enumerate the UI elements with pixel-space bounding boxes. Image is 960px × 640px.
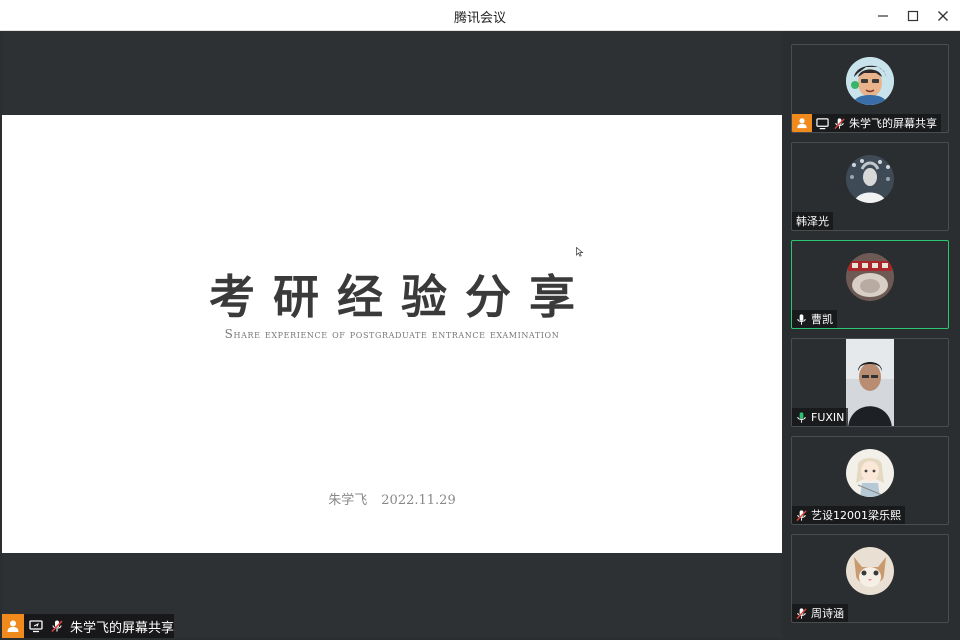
shared-screen-area: 考研经验分享 Share experience of postgraduate … <box>2 31 782 638</box>
close-icon <box>938 10 948 21</box>
person-icon <box>7 620 19 632</box>
participant-tile[interactable]: 艺设12001梁乐熙 <box>791 436 949 525</box>
participant-video <box>846 339 894 426</box>
participant-name: 周诗涵 <box>811 607 844 620</box>
screen-share-label: 朱学飞的屏幕共享 <box>2 614 174 638</box>
host-badge <box>792 114 812 132</box>
close-button[interactable] <box>928 0 958 31</box>
participant-label: 艺设12001梁乐熙 <box>792 506 905 524</box>
host-badge <box>2 614 24 638</box>
participant-label: 曹凯 <box>792 310 837 328</box>
participant-tile-active[interactable]: 曹凯 <box>791 240 949 329</box>
participant-name: FUXIN <box>811 410 845 424</box>
mic-muted-icon <box>48 617 66 635</box>
participant-label: 朱学飞的屏幕共享 <box>792 114 941 132</box>
mic-active-icon <box>794 410 808 424</box>
mic-icon <box>794 312 808 326</box>
participant-label: 韩泽光 <box>792 212 833 230</box>
participant-name: 韩泽光 <box>796 215 829 228</box>
participant-avatar <box>846 57 894 105</box>
participant-name: 朱学飞的屏幕共享 <box>849 117 937 130</box>
maximize-icon <box>907 10 919 21</box>
sharer-name: 朱学飞的屏幕共享 <box>70 620 175 636</box>
participant-name: 曹凯 <box>811 313 833 326</box>
participant-label: FUXIN <box>792 408 849 426</box>
participant-tile[interactable]: 韩泽光 <box>791 142 949 231</box>
participant-tile[interactable]: 朱学飞的屏幕共享 <box>791 44 949 133</box>
slide-author: 朱学飞 <box>328 493 368 508</box>
participant-avatar <box>846 547 894 595</box>
window-title: 腾讯会议 <box>453 11 506 26</box>
slide-title: 考研经验分享 <box>209 270 593 324</box>
minimize-button[interactable] <box>868 0 898 31</box>
mic-muted-icon <box>794 508 808 522</box>
maximize-button[interactable] <box>898 0 928 31</box>
person-icon <box>797 118 807 129</box>
participant-tile[interactable]: FUXIN <box>791 338 949 427</box>
title-bar: 腾讯会议 <box>0 0 960 31</box>
mic-muted-icon <box>794 606 808 620</box>
participant-avatar <box>846 253 894 301</box>
mouse-cursor-icon <box>576 247 584 257</box>
participant-list: 朱学飞的屏幕共享 韩泽光 曹凯 FUXIN 艺设12001梁乐熙 周诗涵 <box>783 31 960 640</box>
slide-author-line: 朱学飞 2022.11.29 <box>2 489 782 508</box>
participant-label: 周诗涵 <box>792 604 848 622</box>
participant-avatar <box>846 155 894 203</box>
minimize-icon <box>878 14 888 17</box>
presentation-slide: 考研经验分享 Share experience of postgraduate … <box>2 115 782 553</box>
mic-muted-icon <box>832 116 846 130</box>
slide-subtitle: Share experience of postgraduate entranc… <box>224 327 560 341</box>
screen-share-icon <box>27 617 45 635</box>
screen-share-icon <box>814 115 830 131</box>
participant-name: 艺设12001梁乐熙 <box>811 509 901 522</box>
participant-tile[interactable]: 周诗涵 <box>791 534 949 623</box>
participant-avatar <box>846 449 894 497</box>
slide-date: 2022.11.29 <box>381 493 456 508</box>
